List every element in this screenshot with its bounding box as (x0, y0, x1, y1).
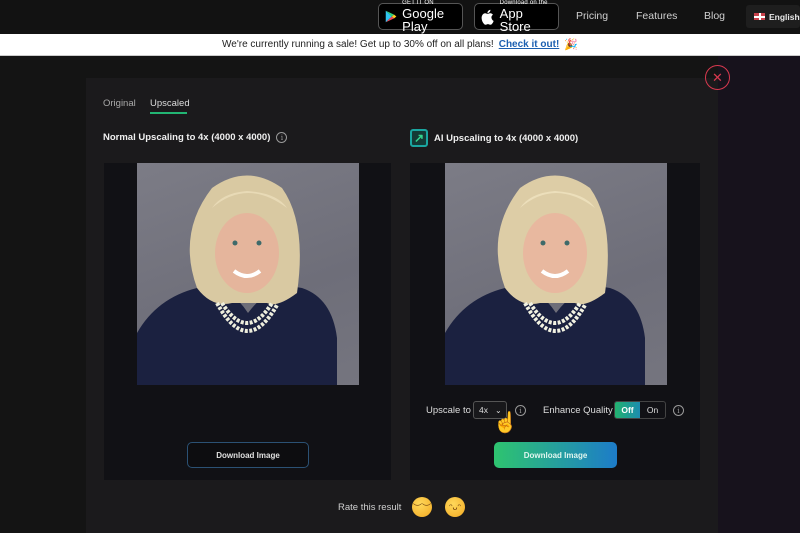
enhance-quality-toggle[interactable]: Off On (614, 401, 666, 419)
info-icon[interactable]: i (276, 132, 288, 143)
download-normal-image-button[interactable]: Download Image (187, 442, 309, 468)
nav-link-features[interactable]: Features (636, 10, 677, 22)
sale-banner: We're currently running a sale! Get up t… (0, 34, 800, 56)
uk-flag-icon (754, 13, 765, 20)
active-tab-indicator (150, 112, 187, 114)
portrait-image (445, 175, 645, 385)
top-navbar: GET IT ON Google Play Download on the Ap… (0, 0, 800, 34)
enhance-info-icon[interactable]: i (673, 405, 684, 416)
nav-link-pricing[interactable]: Pricing (576, 10, 608, 22)
normal-upscaling-title: Normal Upscaling to 4x (4000 x 4000) i (103, 132, 288, 143)
check-it-out-link[interactable]: Check it out! (499, 39, 560, 50)
enhance-off-option[interactable]: Off (615, 402, 640, 418)
ai-upscaling-title: ↗ AI Upscaling to 4x (4000 x 4000) (410, 129, 578, 147)
language-label: English (769, 11, 800, 22)
enhance-on-option[interactable]: On (640, 402, 665, 418)
enhance-quality-label: Enhance Quality (543, 405, 613, 416)
rate-result-label: Rate this result (338, 502, 402, 513)
tab-original[interactable]: Original (103, 98, 136, 109)
close-modal-button[interactable]: ✕ (705, 65, 730, 90)
ai-upscaling-title-text: AI Upscaling to 4x (4000 x 4000) (434, 132, 579, 144)
grinning-face-icon[interactable]: ᵔᴗᵔ (445, 497, 465, 517)
normal-upscaled-image (137, 163, 359, 385)
party-popper-icon: 🎉 (564, 39, 578, 51)
normal-upscaling-title-text: Normal Upscaling to 4x (4000 x 4000) (103, 132, 271, 143)
upscale-factor-value: 4x (479, 405, 488, 415)
ai-upscaled-image (445, 163, 667, 385)
app-store-button[interactable]: Download on the App Store (474, 0, 559, 34)
sale-banner-text: We're currently running a sale! Get up t… (222, 39, 494, 50)
close-icon: ✕ (712, 70, 723, 85)
google-play-button[interactable]: GET IT ON Google Play (378, 0, 463, 34)
download-ai-image-button[interactable]: Download Image (494, 442, 617, 468)
nav-link-blog[interactable]: Blog (704, 10, 725, 22)
hand-pointer-cursor-icon: ☝ (493, 412, 518, 434)
google-play-icon (385, 10, 397, 23)
app-store-big-text: App Store (499, 6, 531, 34)
tab-upscaled[interactable]: Upscaled (150, 98, 190, 109)
ai-upscale-icon: ↗ (410, 129, 428, 147)
disappointed-face-icon[interactable]: ︶︶ (412, 497, 432, 517)
language-selector[interactable]: English (746, 5, 800, 28)
portrait-image (137, 175, 337, 385)
upscale-to-label: Upscale to (426, 405, 471, 416)
apple-icon (481, 9, 494, 25)
modal-backdrop-right (718, 56, 800, 533)
google-play-big-text: Google Play (402, 6, 445, 34)
